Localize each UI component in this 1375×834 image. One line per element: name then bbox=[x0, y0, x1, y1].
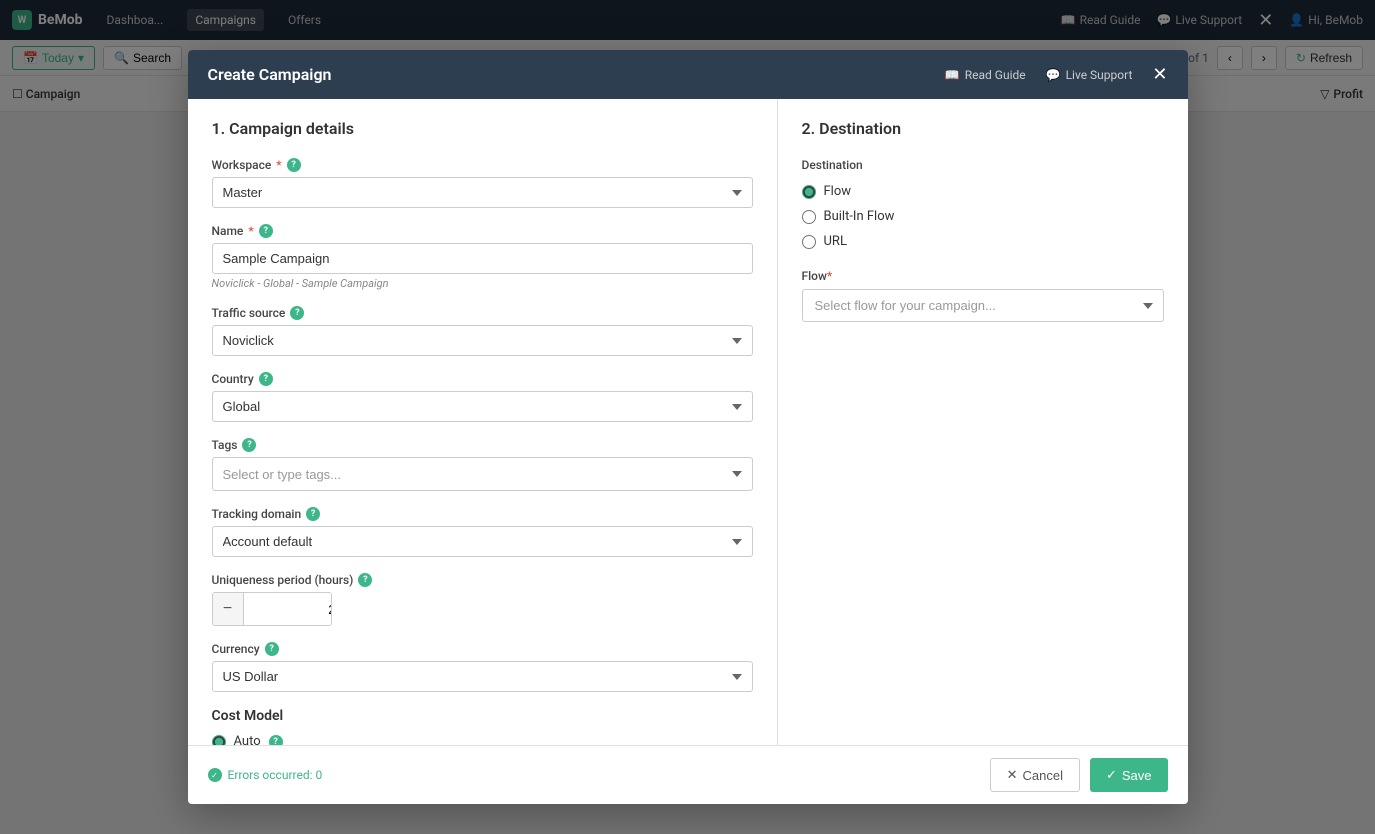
traffic-source-select[interactable]: Noviclick bbox=[212, 325, 753, 356]
errors-status: ✓ Errors occurred: 0 bbox=[208, 768, 323, 782]
flow-label: Flow* bbox=[802, 269, 1164, 283]
destination-url[interactable]: URL bbox=[802, 234, 1164, 249]
modal-header-actions: 📖 Read Guide 💬 Live Support ✕ bbox=[945, 64, 1168, 85]
name-input[interactable] bbox=[212, 243, 753, 274]
modal-title: Create Campaign bbox=[208, 65, 332, 84]
destination-label: Destination bbox=[802, 158, 1164, 172]
traffic-source-field: Traffic source ? Noviclick bbox=[212, 306, 753, 356]
country-field: Country ? Global bbox=[212, 372, 753, 422]
modal-live-support-link[interactable]: 💬 Live Support bbox=[1046, 68, 1133, 82]
modal-footer: ✓ Errors occurred: 0 ✕ Cancel ✓ Save bbox=[188, 745, 1188, 804]
built-in-flow-radio[interactable] bbox=[802, 210, 816, 224]
modal-header: Create Campaign 📖 Read Guide 💬 Live Supp… bbox=[188, 50, 1188, 99]
country-select[interactable]: Global bbox=[212, 391, 753, 422]
modal-close-button[interactable]: ✕ bbox=[1152, 64, 1167, 85]
workspace-select[interactable]: Master bbox=[212, 177, 753, 208]
destination-section: Destination Flow Built-In Flow URL bbox=[802, 158, 1164, 322]
country-help-icon[interactable]: ? bbox=[259, 372, 273, 386]
tags-label: Tags ? bbox=[212, 438, 753, 452]
tracking-domain-label: Tracking domain ? bbox=[212, 507, 753, 521]
traffic-source-label: Traffic source ? bbox=[212, 306, 753, 320]
destination-built-in-flow[interactable]: Built-In Flow bbox=[802, 209, 1164, 224]
tracking-domain-select[interactable]: Account default bbox=[212, 526, 753, 557]
uniqueness-period-field: Uniqueness period (hours) ? − + bbox=[212, 573, 753, 626]
flow-select-group: Flow* Select flow for your campaign... bbox=[802, 269, 1164, 322]
campaign-details-panel: 1. Campaign details Workspace* ? Master … bbox=[188, 99, 778, 745]
name-field: Name* ? Noviclick - Global - Sample Camp… bbox=[212, 224, 753, 290]
uniqueness-period-label: Uniqueness period (hours) ? bbox=[212, 573, 753, 587]
destination-panel: 2. Destination Destination Flow Built-In… bbox=[778, 99, 1188, 745]
cost-model-section: Cost Model Auto ? CPV ? bbox=[212, 708, 753, 745]
currency-select[interactable]: US Dollar bbox=[212, 661, 753, 692]
modal-read-guide-link[interactable]: 📖 Read Guide bbox=[945, 68, 1026, 82]
cancel-button[interactable]: ✕ Cancel bbox=[990, 758, 1080, 792]
save-button[interactable]: ✓ Save bbox=[1090, 758, 1168, 792]
workspace-label: Workspace* ? bbox=[212, 158, 753, 172]
modal-overlay: Create Campaign 📖 Read Guide 💬 Live Supp… bbox=[0, 0, 1375, 834]
campaign-details-title: 1. Campaign details bbox=[212, 119, 753, 138]
destination-radio-group: Flow Built-In Flow URL bbox=[802, 184, 1164, 249]
country-label: Country ? bbox=[212, 372, 753, 386]
cost-model-radio-group: Auto ? CPV ? CPM ? bbox=[212, 734, 753, 745]
tracking-domain-field: Tracking domain ? Account default bbox=[212, 507, 753, 557]
traffic-source-help-icon[interactable]: ? bbox=[290, 306, 304, 320]
save-icon: ✓ bbox=[1106, 767, 1117, 783]
workspace-field: Workspace* ? Master bbox=[212, 158, 753, 208]
tags-field: Tags ? Select or type tags... bbox=[212, 438, 753, 491]
currency-field: Currency ? US Dollar bbox=[212, 642, 753, 692]
tags-select[interactable]: Select or type tags... bbox=[212, 457, 753, 491]
name-label: Name* ? bbox=[212, 224, 753, 238]
cost-model-auto[interactable]: Auto ? bbox=[212, 734, 753, 745]
stepper-minus-button[interactable]: − bbox=[213, 593, 243, 625]
book-icon-modal: 📖 bbox=[945, 68, 960, 82]
url-radio[interactable] bbox=[802, 235, 816, 249]
footer-actions: ✕ Cancel ✓ Save bbox=[990, 758, 1168, 792]
currency-help-icon[interactable]: ? bbox=[265, 642, 279, 656]
modal-body: 1. Campaign details Workspace* ? Master … bbox=[188, 99, 1188, 745]
errors-dot: ✓ bbox=[208, 768, 222, 782]
destination-title: 2. Destination bbox=[802, 119, 1164, 138]
destination-flow[interactable]: Flow bbox=[802, 184, 1164, 199]
tracking-domain-help-icon[interactable]: ? bbox=[306, 507, 320, 521]
currency-label: Currency ? bbox=[212, 642, 753, 656]
cancel-icon: ✕ bbox=[1007, 767, 1018, 783]
uniqueness-period-help-icon[interactable]: ? bbox=[358, 573, 372, 587]
name-sub-label: Noviclick - Global - Sample Campaign bbox=[212, 277, 753, 290]
uniqueness-period-input[interactable] bbox=[243, 593, 332, 625]
tags-help-icon[interactable]: ? bbox=[242, 438, 256, 452]
flow-radio[interactable] bbox=[802, 185, 816, 199]
flow-select[interactable]: Select flow for your campaign... bbox=[802, 289, 1164, 322]
cost-model-title: Cost Model bbox=[212, 708, 753, 724]
auto-radio[interactable] bbox=[212, 735, 226, 746]
workspace-help-icon[interactable]: ? bbox=[287, 158, 301, 172]
chat-icon-modal: 💬 bbox=[1046, 68, 1061, 82]
auto-help-icon[interactable]: ? bbox=[269, 735, 283, 746]
create-campaign-modal: Create Campaign 📖 Read Guide 💬 Live Supp… bbox=[188, 50, 1188, 804]
uniqueness-period-stepper: − + bbox=[212, 592, 332, 626]
name-help-icon[interactable]: ? bbox=[259, 224, 273, 238]
